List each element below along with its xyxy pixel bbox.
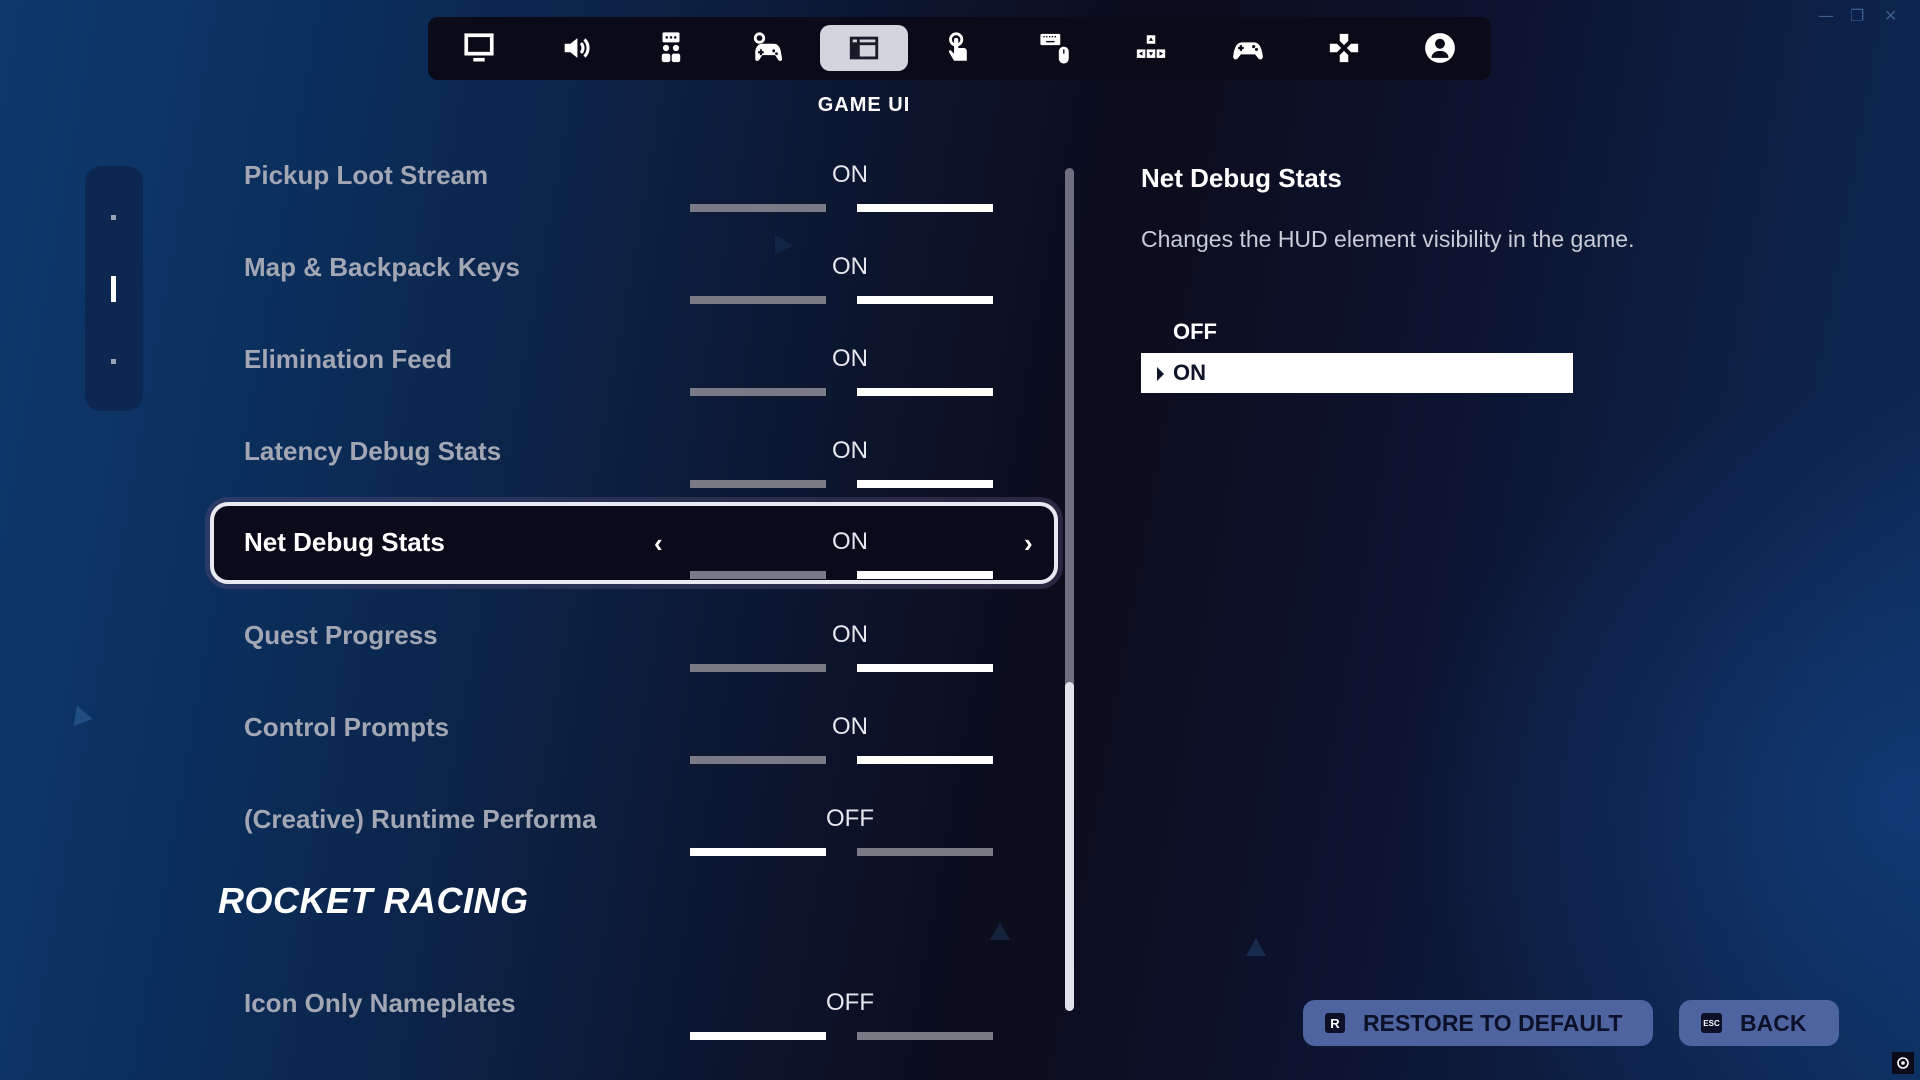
setting-row[interactable]: Latency Debug Stats ON	[210, 411, 1058, 493]
close-button[interactable]: ✕	[1884, 6, 1897, 25]
toggle-on-segment[interactable]	[857, 756, 993, 764]
game-ui-icon	[849, 36, 879, 60]
setting-value: ON	[832, 345, 868, 372]
toggle-on-segment[interactable]	[857, 388, 993, 396]
settings-scrollbar[interactable]	[1065, 168, 1074, 1011]
keyboard-mouse-icon	[1040, 33, 1069, 64]
setting-value: ON	[832, 621, 868, 648]
toggle-off-segment[interactable]	[690, 756, 826, 764]
toggle-on-segment[interactable]	[857, 204, 993, 212]
setting-label: (Creative) Runtime Performa	[244, 804, 597, 834]
arrow-keys-icon	[1136, 35, 1166, 58]
background-triangle	[990, 922, 1010, 940]
restore-label: RESTORE TO DEFAULT	[1363, 1009, 1623, 1036]
setting-label: Net Debug Stats	[244, 527, 445, 557]
setting-value: OFF	[826, 805, 874, 832]
toggle-off-segment[interactable]	[690, 664, 826, 672]
section-nav	[85, 166, 143, 411]
toggle-off-segment[interactable]	[690, 296, 826, 304]
restore-button[interactable]: ❐	[1850, 6, 1864, 25]
setting-value: OFF	[826, 989, 874, 1016]
toggle-on-segment[interactable]	[857, 571, 993, 579]
section-nav-dot[interactable]	[111, 215, 116, 220]
toggle-off-segment[interactable]	[690, 204, 826, 212]
tab-game-ui[interactable]	[820, 25, 908, 71]
monitor-icon	[464, 33, 494, 62]
tab-audio[interactable]	[532, 25, 620, 71]
setting-value: ON	[832, 437, 868, 464]
toggle-off-segment[interactable]	[690, 480, 826, 488]
section-nav-dot[interactable]	[111, 359, 116, 364]
setting-label: Elimination Feed	[244, 344, 453, 374]
setting-label: Map & Backpack Keys	[244, 252, 521, 282]
r-key-icon: R	[1325, 1013, 1345, 1033]
setting-row[interactable]: Control Prompts ON	[210, 687, 1058, 769]
toggle-on-segment[interactable]	[857, 480, 993, 488]
section-nav-active-indicator[interactable]	[111, 276, 116, 302]
tab-controller[interactable]	[1204, 25, 1292, 71]
active-tab-title: GAME UI	[817, 94, 911, 116]
setting-label: Quest Progress	[244, 620, 438, 650]
setting-value: ON	[832, 253, 868, 280]
controller-icon	[1233, 42, 1263, 60]
back-label: BACK	[1740, 1009, 1807, 1036]
setting-row-selected[interactable]: Net Debug Stats ON ‹ ›	[210, 502, 1058, 584]
overlay-icon[interactable]	[1892, 1052, 1914, 1074]
chevron-right-icon[interactable]: ›	[1024, 528, 1033, 559]
toggle-on-segment[interactable]	[857, 664, 993, 672]
setting-label: Control Prompts	[244, 712, 450, 742]
tab-touch[interactable]	[915, 25, 1003, 71]
background-triangle	[1246, 938, 1266, 956]
detail-description: Changes the HUD element visibility in th…	[1141, 226, 1635, 252]
detail-title: Net Debug Stats	[1141, 163, 1342, 193]
tab-controller-bindings[interactable]	[1300, 25, 1388, 71]
account-icon	[1425, 33, 1455, 63]
settings-tab-bar	[428, 17, 1491, 80]
restore-to-default-button[interactable]: R RESTORE TO DEFAULT	[1303, 1000, 1653, 1046]
target-icon	[1897, 1057, 1909, 1069]
option-off[interactable]: OFF	[1141, 312, 1573, 352]
tab-game[interactable]	[724, 25, 812, 71]
toggle-off-segment[interactable]	[690, 571, 826, 579]
toggle-on-segment[interactable]	[857, 296, 993, 304]
toggle-off-segment[interactable]	[690, 1032, 826, 1040]
setting-label: Latency Debug Stats	[244, 436, 502, 466]
section-header-rocket-racing: ROCKET RACING	[218, 880, 529, 921]
option-on[interactable]: ON	[1141, 353, 1573, 393]
minimize-button[interactable]: —	[1818, 6, 1834, 25]
esc-key-icon: ESC	[1701, 1013, 1722, 1033]
toggle-on-segment[interactable]	[857, 848, 993, 856]
background-triangle	[67, 702, 93, 726]
tab-video[interactable]	[435, 25, 523, 71]
setting-row[interactable]: Elimination Feed ON	[210, 319, 1058, 401]
setting-label: Icon Only Nameplates	[244, 988, 516, 1018]
touch-icon	[948, 32, 967, 61]
social-icon	[661, 32, 681, 63]
toggle-on-segment[interactable]	[857, 1032, 993, 1040]
setting-label: Pickup Loot Stream	[244, 160, 489, 190]
setting-value: ON	[832, 528, 868, 555]
setting-value: ON	[832, 713, 868, 740]
chevron-left-icon[interactable]: ‹	[654, 528, 663, 559]
toggle-off-segment[interactable]	[690, 388, 826, 396]
tab-account[interactable]	[1396, 25, 1484, 71]
back-button[interactable]: ESC BACK	[1679, 1000, 1839, 1046]
controller-gear-icon	[753, 32, 783, 61]
setting-row[interactable]: Quest Progress ON	[210, 595, 1058, 677]
tab-accessibility[interactable]	[627, 25, 715, 71]
option-label: ON	[1173, 360, 1206, 385]
setting-value: ON	[832, 161, 868, 188]
setting-row[interactable]: Icon Only Nameplates OFF	[210, 963, 1058, 1045]
tab-keyboard-controls[interactable]	[1107, 25, 1195, 71]
tab-keyboard-mouse[interactable]	[1012, 25, 1100, 71]
speaker-icon	[564, 38, 590, 58]
setting-row[interactable]: Pickup Loot Stream ON	[210, 135, 1058, 217]
toggle-off-segment[interactable]	[690, 848, 826, 856]
caret-right-icon	[1157, 367, 1164, 381]
dpad-icon	[1329, 33, 1359, 63]
option-label: OFF	[1173, 319, 1217, 344]
setting-row[interactable]: (Creative) Runtime Performa OFF	[210, 779, 1058, 861]
scrollbar-thumb[interactable]	[1065, 682, 1074, 1011]
setting-row[interactable]: Map & Backpack Keys ON	[210, 227, 1058, 309]
